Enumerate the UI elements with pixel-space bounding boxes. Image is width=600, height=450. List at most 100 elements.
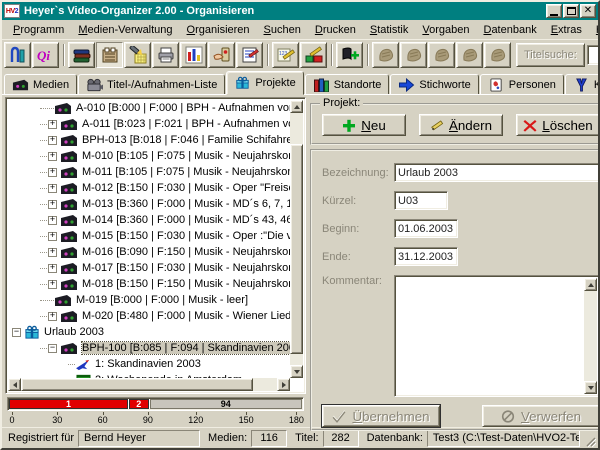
- exit-button[interactable]: [4, 42, 31, 68]
- notes-button[interactable]: [236, 42, 263, 68]
- tree-horizontal-scrollbar[interactable]: [8, 378, 290, 391]
- tree-row[interactable]: M-013 [B:360 | F:000 | Musik - MD´s 6, 7…: [8, 196, 290, 212]
- ende-input[interactable]: [394, 247, 458, 266]
- tab-personen[interactable]: Personen: [480, 74, 564, 95]
- titel-label: Titel:: [291, 432, 318, 444]
- expand-plus-icon[interactable]: [48, 184, 57, 193]
- tab-klassifizierungen[interactable]: Klassifizierungen: [565, 74, 600, 95]
- tree-row[interactable]: A-010 [B:000 | F:000 | BPH - Aufnahmen v…: [8, 100, 290, 116]
- edit-titles-button[interactable]: [272, 42, 299, 68]
- card-file-icon: [100, 46, 120, 64]
- app-window: HV2 Heyer`s Video-Organizer 2.00 - Organ…: [0, 0, 600, 450]
- menu-suchen[interactable]: Suchen: [257, 22, 308, 38]
- quickinfo-button[interactable]: Qi: [32, 42, 59, 68]
- menu-extras[interactable]: Extras: [544, 22, 589, 38]
- menu-organisieren[interactable]: Organisieren: [180, 22, 257, 38]
- menu-statistik[interactable]: Statistik: [363, 22, 416, 38]
- tree-row[interactable]: M-011 [B:105 | F:075 | Musik - Neujahrsk…: [8, 164, 290, 180]
- menu-datenbank[interactable]: Datenbank: [476, 22, 543, 38]
- statistics-button[interactable]: [180, 42, 207, 68]
- print-button[interactable]: [152, 42, 179, 68]
- resize-grip[interactable]: [584, 435, 596, 447]
- disabled-icon-2: [404, 46, 424, 64]
- pencil-icon: [430, 119, 444, 132]
- tree-row[interactable]: M-018 [B:150 | F:150 | Musik - Neujahrsk…: [8, 276, 290, 292]
- tab-stichworte[interactable]: Stichworte: [390, 74, 478, 95]
- scroll-down-icon[interactable]: [290, 365, 303, 378]
- neu-button[interactable]: Neu: [322, 114, 406, 136]
- tree-row-recording[interactable]: 1: Skandinavien 2003: [8, 356, 290, 372]
- scroll-right-icon[interactable]: [277, 378, 290, 391]
- tree-row[interactable]: M-015 [B:150 | F:030 | Musik - Oper :"Di…: [8, 228, 290, 244]
- check-icon: [332, 410, 346, 423]
- expand-plus-icon[interactable]: [48, 312, 57, 321]
- tab-medien[interactable]: Medien: [4, 74, 77, 95]
- expand-plus-icon[interactable]: [48, 264, 57, 273]
- scale-tick: 90: [143, 412, 153, 425]
- expand-plus-icon[interactable]: [48, 152, 57, 161]
- maximize-button[interactable]: [563, 4, 579, 18]
- beginn-input[interactable]: [394, 219, 458, 238]
- expand-minus-icon[interactable]: [48, 344, 57, 353]
- scroll-up-icon[interactable]: [290, 100, 303, 113]
- tab-titel-aufnahmen-liste[interactable]: Titel-/Aufnahmen-Liste: [78, 74, 225, 95]
- cassette-icon: [60, 230, 78, 243]
- airplane-icon: [76, 358, 91, 371]
- tree-row[interactable]: M-017 [B:150 | F:030 | Musik - Neujahrsk…: [8, 260, 290, 276]
- scroll-down-icon[interactable]: [584, 381, 597, 394]
- loeschen-button[interactable]: Löschen: [516, 114, 600, 136]
- search-button[interactable]: [124, 42, 151, 68]
- expand-plus-icon[interactable]: [48, 200, 57, 209]
- expand-plus-icon[interactable]: [48, 216, 57, 225]
- organize-button[interactable]: [96, 42, 123, 68]
- kommentar-scrollbar[interactable]: [584, 278, 597, 394]
- tree-row[interactable]: M-010 [B:105 | F:075 | Musik - Neujahrsk…: [8, 148, 290, 164]
- expand-plus-icon[interactable]: [48, 248, 57, 257]
- scrollbar-thumb[interactable]: [21, 378, 253, 391]
- media-management-button[interactable]: [68, 42, 95, 68]
- expand-plus-icon[interactable]: [48, 232, 57, 241]
- expand-minus-icon[interactable]: [12, 328, 21, 337]
- expand-plus-icon[interactable]: [48, 280, 57, 289]
- gift-box-icon: [24, 325, 40, 340]
- tree-row[interactable]: A-011 [B:023 | F:021 | BPH - Aufnahmen v…: [8, 116, 290, 132]
- tree-row-project[interactable]: Urlaub 2003: [8, 324, 290, 340]
- tree-row[interactable]: M-012 [B:150 | F:030 | Musik - Oper "Fre…: [8, 180, 290, 196]
- tree-row[interactable]: M-020 [B:480 | F:000 | Musik - Wiener Li…: [8, 308, 290, 324]
- scroll-up-icon[interactable]: [584, 278, 597, 291]
- edit-media-button[interactable]: [300, 42, 327, 68]
- menu-programm[interactable]: Programm: [6, 22, 71, 38]
- maximize-icon: [567, 7, 576, 15]
- kommentar-input[interactable]: [397, 278, 584, 394]
- bezeichnung-input[interactable]: [394, 163, 600, 182]
- tree-row[interactable]: BPH-013 [B:018 | F:046 | Familie Schifah…: [8, 132, 290, 148]
- titlebar[interactable]: HV2 Heyer`s Video-Organizer 2.00 - Organ…: [2, 2, 598, 20]
- add-medium-button[interactable]: [336, 42, 363, 68]
- minimize-button[interactable]: [546, 4, 562, 18]
- menu-drucken[interactable]: Drucken: [308, 22, 363, 38]
- app-icon[interactable]: HV2: [4, 4, 20, 18]
- tree-row-selected[interactable]: BPH-100 [B:085 | F:094 | Skandinavien 20…: [8, 340, 290, 356]
- menu-vorgaben[interactable]: Vorgaben: [415, 22, 476, 38]
- tree-row[interactable]: M-019 [B:000 | F:000 | Musik - leer]: [8, 292, 290, 308]
- kuerzel-input[interactable]: [394, 191, 448, 210]
- media-usage-gauge: 1 2 94: [7, 397, 304, 411]
- expand-plus-icon[interactable]: [48, 168, 57, 177]
- menu-medien-verwaltung[interactable]: Medien-Verwaltung: [71, 22, 179, 38]
- tree-row[interactable]: M-016 [B:090 | F:150 | Musik - Neujahrsk…: [8, 244, 290, 260]
- registered-label: Registriert für: [4, 432, 74, 444]
- scroll-left-icon[interactable]: [8, 378, 21, 391]
- expand-plus-icon[interactable]: [48, 136, 57, 145]
- scrollbar-thumb[interactable]: [290, 144, 303, 354]
- menu-hilfe[interactable]: Hilfe: [589, 22, 600, 38]
- title-search-input[interactable]: [587, 45, 600, 65]
- tree-vertical-scrollbar[interactable]: [290, 100, 303, 378]
- aendern-button[interactable]: Ändern: [419, 114, 503, 136]
- tree-row[interactable]: M-014 [B:360 | F:000 | Musik - MD´s 43, …: [8, 212, 290, 228]
- expand-plus-icon[interactable]: [48, 120, 57, 129]
- tab-standorte[interactable]: Standorte: [305, 74, 390, 95]
- tab-projekte[interactable]: Projekte: [226, 71, 303, 95]
- defaults-button[interactable]: [208, 42, 235, 68]
- close-button[interactable]: ✕: [580, 4, 596, 18]
- beginn-label: Beginn:: [322, 223, 394, 235]
